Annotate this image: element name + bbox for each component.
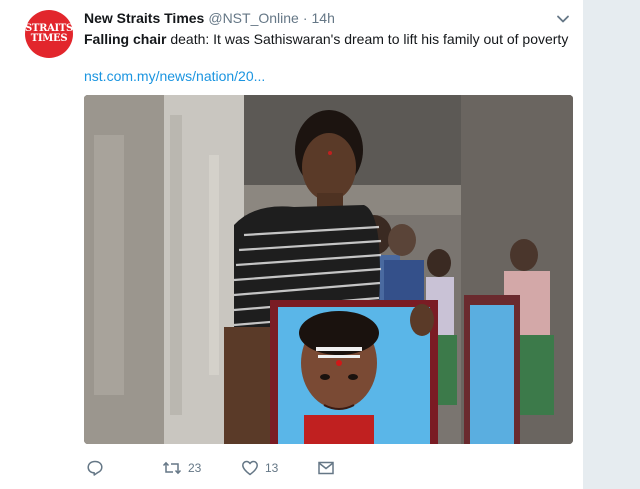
separator-dot: · bbox=[302, 10, 308, 26]
user-handle[interactable]: @NST_Online bbox=[208, 10, 298, 26]
tweet-text-rest: death: It was Sathiswaran's dream to lif… bbox=[166, 31, 569, 47]
avatar[interactable]: STRAITS TIMES bbox=[25, 10, 73, 58]
tweet-text: Falling chair death: It was Sathiswaran'… bbox=[84, 31, 568, 47]
dm-action[interactable] bbox=[317, 458, 335, 478]
tweet-header: New Straits Times @NST_Online · 14h bbox=[84, 10, 335, 28]
reply-icon[interactable] bbox=[86, 459, 104, 477]
envelope-icon[interactable] bbox=[317, 459, 335, 477]
photo-image bbox=[84, 95, 573, 444]
retweet-action[interactable]: 23 bbox=[162, 458, 201, 478]
chevron-down-icon[interactable] bbox=[556, 12, 570, 26]
retweet-count: 23 bbox=[188, 461, 202, 475]
article-link[interactable]: nst.com.my/news/nation/20... bbox=[84, 68, 265, 84]
like-count: 13 bbox=[265, 461, 279, 475]
display-name[interactable]: New Straits Times bbox=[84, 10, 204, 26]
tweet-text-bold: Falling chair bbox=[84, 31, 167, 47]
retweet-icon[interactable] bbox=[162, 459, 182, 477]
like-action[interactable]: 13 bbox=[241, 458, 278, 478]
reply-action[interactable] bbox=[86, 458, 104, 478]
tweet-photo[interactable] bbox=[84, 95, 573, 444]
avatar-line2: TIMES bbox=[30, 33, 68, 44]
heart-icon[interactable] bbox=[241, 459, 259, 477]
timestamp[interactable]: 14h bbox=[312, 10, 335, 26]
tweet-card[interactable]: STRAITS TIMES New Straits Times @NST_Onl… bbox=[0, 0, 583, 489]
page-background bbox=[583, 0, 640, 489]
